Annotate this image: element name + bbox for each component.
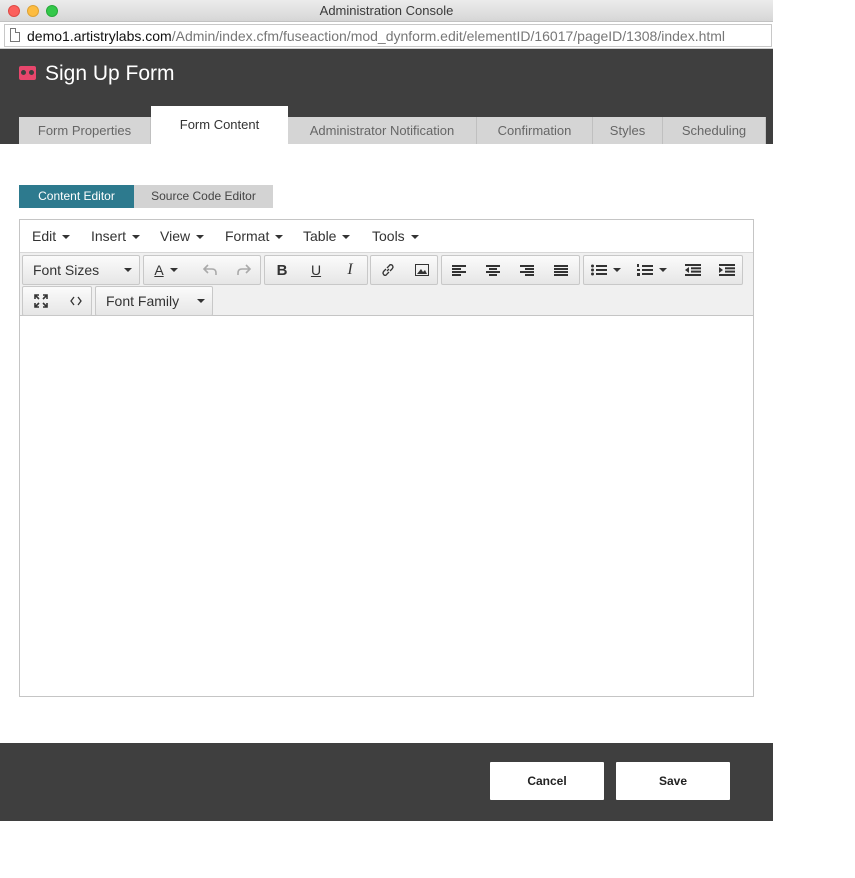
bold-button[interactable]: B [265,256,299,284]
redo-button[interactable] [228,256,260,284]
link-image-group [370,255,438,285]
font-family-select[interactable]: Font Family [95,286,213,316]
insert-image-button[interactable] [405,256,439,284]
menu-edit[interactable]: Edit [32,228,71,244]
chevron-down-icon [659,268,667,272]
chevron-down-icon [196,235,205,240]
numbered-list-button[interactable] [630,256,674,284]
chevron-down-icon [197,299,205,303]
outdent-button[interactable] [676,256,710,284]
text-color-button[interactable]: A [144,256,188,284]
outdent-icon [685,264,701,276]
admin-console-window: Administration Console demo1.artistrylab… [0,0,773,821]
chevron-down-icon [132,235,141,240]
fullscreen-icon [33,294,48,308]
url-text: demo1.artistrylabs.com/Admin/index.cfm/f… [27,28,725,44]
align-left-button[interactable] [442,256,476,284]
document-icon [10,28,20,42]
indent-button[interactable] [710,256,744,284]
alignment-group [441,255,580,285]
form-logo-icon [19,66,36,80]
undo-button[interactable] [194,256,226,284]
align-left-icon [452,264,466,276]
bullet-list-icon [591,264,607,276]
url-path: /Admin/index.cfm/fuseaction/mod_dynform.… [171,28,726,44]
url-bar: demo1.artistrylabs.com/Admin/index.cfm/f… [0,22,773,49]
menu-view[interactable]: View [160,228,205,244]
menu-tools[interactable]: Tools [372,228,419,244]
source-code-editor-button[interactable]: Source Code Editor [134,185,273,208]
redo-icon [237,264,251,275]
cancel-button[interactable]: Cancel [490,762,604,800]
font-sizes-label: Font Sizes [33,262,100,278]
align-center-button[interactable] [476,256,510,284]
chevron-down-icon [169,268,178,272]
align-right-icon [520,264,534,276]
footer-bar: Cancel Save [0,743,773,821]
bullet-list-button[interactable] [584,256,628,284]
editor-menubar: Edit Insert View Format Table Tools [20,220,753,252]
menu-edit-label: Edit [32,228,57,244]
menu-tools-label: Tools [372,228,405,244]
tab-styles[interactable]: Styles [593,117,663,144]
chevron-down-icon [613,268,621,272]
menu-table-label: Table [303,228,337,244]
chevron-down-icon [275,235,284,240]
align-right-button[interactable] [510,256,544,284]
menu-format-label: Format [225,228,270,244]
align-center-icon [486,264,500,276]
tab-confirmation[interactable]: Confirmation [477,117,593,144]
tab-form-properties[interactable]: Form Properties [19,117,151,144]
title-bar: Administration Console [0,0,773,22]
undo-icon [203,264,217,275]
menu-insert[interactable]: Insert [91,228,141,244]
numbered-list-icon [637,264,653,276]
image-icon [415,264,429,276]
editor-content-area[interactable] [20,316,753,696]
url-domain: demo1.artistrylabs.com [27,28,172,44]
chevron-down-icon [124,268,132,272]
list-indent-group [583,255,743,285]
menu-insert-label: Insert [91,228,127,244]
content-editor-button[interactable]: Content Editor [19,185,134,208]
link-icon [382,264,394,276]
page-header: Sign Up Form Form Properties Form Conten… [0,49,773,144]
menu-view-label: View [160,228,191,244]
menu-format[interactable]: Format [225,228,284,244]
rich-text-editor: Edit Insert View Format Table Tools Font… [19,219,754,697]
tab-scheduling[interactable]: Scheduling [663,117,766,144]
window-title: Administration Console [319,3,454,18]
chevron-down-icon [410,235,419,240]
page-title: Sign Up Form [45,62,175,85]
justify-button[interactable] [544,256,578,284]
font-family-label: Font Family [106,293,180,309]
text-style-group: B U I [264,255,368,285]
menu-table[interactable]: Table [303,228,351,244]
indent-icon [719,264,735,276]
fullscreen-code-group [22,286,92,316]
justify-icon [554,264,568,276]
editor-toolbar: Font Sizes A B U I Font Family [20,252,753,316]
save-button[interactable]: Save [616,762,730,800]
underline-button[interactable]: U [299,256,333,284]
insert-link-button[interactable] [371,256,405,284]
font-sizes-select[interactable]: Font Sizes [22,255,140,285]
address-field[interactable]: demo1.artistrylabs.com/Admin/index.cfm/f… [4,24,772,47]
tab-administrator-notification[interactable]: Administrator Notification [288,117,477,144]
text-color-undo-group: A [143,255,261,285]
text-color-icon: A [154,262,164,278]
code-icon [69,296,82,306]
tab-form-content[interactable]: Form Content [151,106,288,144]
source-code-button[interactable] [58,287,93,315]
chevron-down-icon [62,235,71,240]
italic-button[interactable]: I [333,256,367,284]
fullscreen-button[interactable] [23,287,58,315]
chevron-down-icon [342,235,351,240]
